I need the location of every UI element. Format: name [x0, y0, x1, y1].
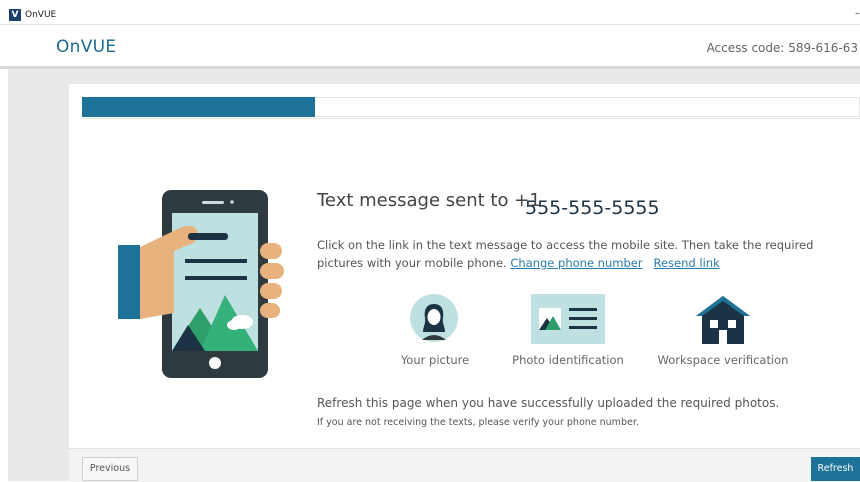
brand-text: OnVUE — [56, 37, 117, 57]
verify-note: If you are not receiving the texts, plea… — [317, 417, 639, 428]
brand-logo: OnVUE — [56, 37, 116, 57]
header-divider — [0, 66, 860, 69]
window-title-bar: V OnVUE – — [0, 0, 860, 25]
person-icon — [410, 294, 458, 346]
refresh-note: Refresh this page when you have successf… — [317, 396, 780, 410]
minimize-button[interactable]: – — [855, 8, 860, 19]
instructions: Click on the link in the text message to… — [317, 236, 852, 272]
previous-button[interactable]: Previous — [82, 457, 138, 481]
window-title: OnVUE — [25, 10, 57, 20]
refresh-button[interactable]: Refresh — [811, 457, 860, 481]
resend-link[interactable]: Resend link — [654, 256, 720, 270]
phone-illustration — [110, 185, 290, 380]
phone-number: 555-555-5555 — [525, 197, 660, 219]
progress-divider — [82, 118, 860, 119]
access-code: Access code: 589-616-63 — [706, 41, 858, 55]
app-logo-icon: V — [9, 9, 21, 21]
page-title: Text message sent to +1 — [317, 190, 541, 211]
step-workspace-verification: Workspace verification — [657, 353, 789, 367]
id-card-icon — [531, 294, 605, 348]
step-your-picture: Your picture — [400, 353, 470, 367]
house-icon — [694, 294, 752, 350]
bottom-bar — [69, 448, 860, 482]
step-photo-identification: Photo identification — [512, 353, 624, 367]
change-phone-link[interactable]: Change phone number — [510, 256, 642, 270]
progress-fill — [82, 97, 315, 117]
